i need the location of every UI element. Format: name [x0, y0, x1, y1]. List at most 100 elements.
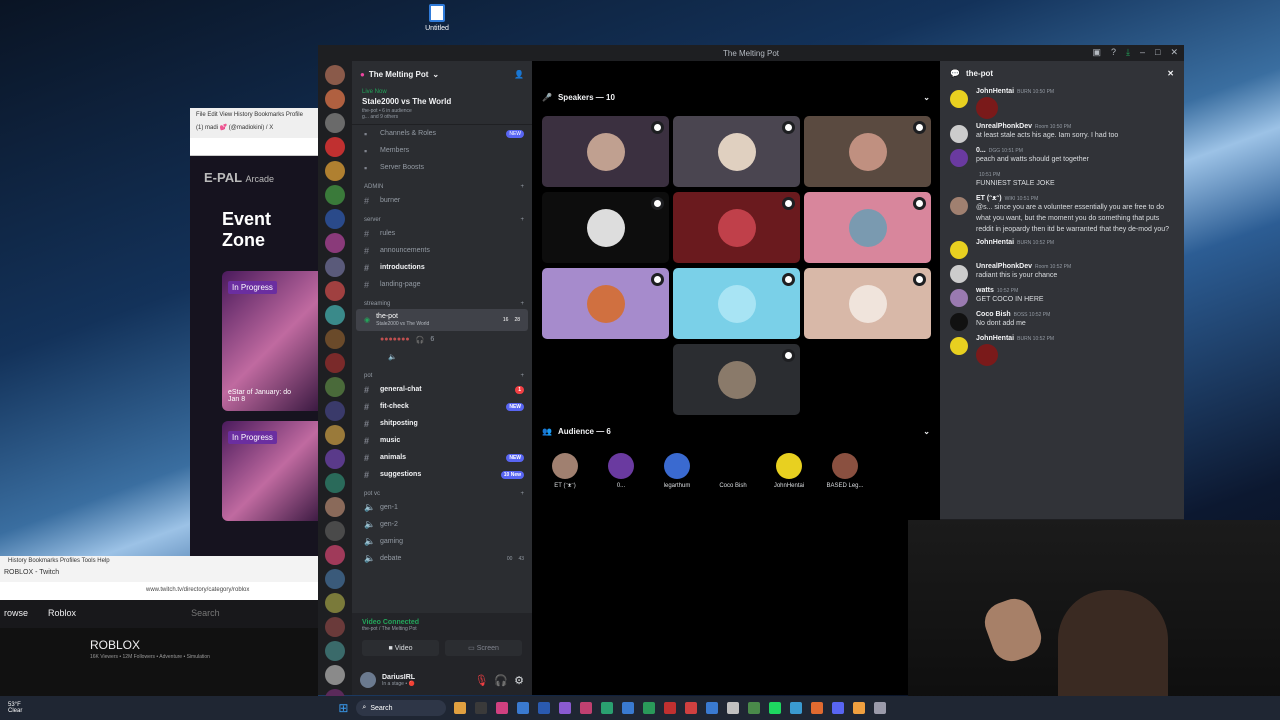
- maximize-icon[interactable]: □: [1155, 47, 1160, 58]
- server-icon[interactable]: [325, 113, 345, 133]
- server-icon[interactable]: [325, 425, 345, 445]
- channel-gen-2[interactable]: 🔈 gen-2: [352, 516, 532, 533]
- server-icon[interactable]: [325, 665, 345, 685]
- category-admin[interactable]: ADMIN +: [352, 176, 532, 192]
- screen-button[interactable]: ▭ Screen: [445, 640, 522, 656]
- chat-message[interactable]: JohnHentai BURN 10:52 PM: [940, 237, 1184, 261]
- server-header[interactable]: ● The Melting Pot ⌄ 👤: [352, 61, 532, 87]
- close-window-icon[interactable]: ✕: [1170, 47, 1178, 58]
- channel-shitposting[interactable]: # shitposting: [352, 415, 532, 432]
- event-card[interactable]: In Progress eStar of January: do Jan 8: [222, 271, 320, 411]
- channel-gen-1[interactable]: 🔈 gen-1: [352, 499, 532, 516]
- app-icon[interactable]: [580, 702, 593, 714]
- app-icon[interactable]: [664, 702, 677, 714]
- live-event[interactable]: Live Now Stale2000 vs The World the-pot …: [352, 87, 532, 125]
- app-icon[interactable]: [832, 702, 845, 714]
- server-icon[interactable]: [325, 401, 345, 421]
- pin-icon[interactable]: [782, 349, 795, 362]
- server-icon[interactable]: [325, 377, 345, 397]
- speaker-tile[interactable]: [542, 192, 669, 263]
- server-icon[interactable]: [325, 233, 345, 253]
- channel-music[interactable]: # music: [352, 432, 532, 449]
- category-server[interactable]: server +: [352, 209, 532, 225]
- event-card[interactable]: In Progress: [222, 421, 320, 521]
- voice-sub[interactable]: the-pot / The Melting Pot: [362, 626, 522, 632]
- channel-announcements[interactable]: # announcements: [352, 242, 532, 259]
- channel-introductions[interactable]: # introductions: [352, 259, 532, 276]
- audience-member[interactable]: BASED Leg...: [822, 453, 868, 489]
- server-icon[interactable]: [325, 305, 345, 325]
- app-icon[interactable]: [706, 702, 719, 714]
- chat-message[interactable]: watts 10:52 PM GET COCO IN HERE: [940, 285, 1184, 309]
- windows-start-icon[interactable]: ⊞: [338, 701, 348, 715]
- background-browser-window[interactable]: File Edit View History Bookmarks Profile…: [190, 108, 320, 558]
- audience-member[interactable]: ET (ᵔᴥᵔ): [542, 453, 588, 489]
- app-icon[interactable]: [538, 702, 551, 714]
- app-icon[interactable]: [748, 702, 761, 714]
- server-icon[interactable]: [325, 65, 345, 85]
- server-icon[interactable]: [325, 161, 345, 181]
- server-icon[interactable]: [325, 449, 345, 469]
- chat-message[interactable]: 10:51 PM FUNNIEST STALE JOKE: [940, 169, 1184, 193]
- chat-message[interactable]: JohnHentai BURN 10:50 PM: [940, 86, 1184, 121]
- app-icon[interactable]: [643, 702, 656, 714]
- help-icon[interactable]: ?: [1111, 47, 1116, 58]
- pin-icon[interactable]: [651, 273, 664, 286]
- app-icon[interactable]: [496, 702, 509, 714]
- chat-message[interactable]: UnrealPhonkDev Room 10:52 PM radiant this …: [940, 261, 1184, 285]
- mute-icon[interactable]: 🎙: [474, 674, 488, 687]
- channel-debate[interactable]: 🔈 debate 00 43: [352, 550, 532, 567]
- deafen-icon[interactable]: 🎧: [494, 674, 508, 687]
- channel-general-chat[interactable]: # general-chat 1: [352, 381, 532, 398]
- server-icon[interactable]: [325, 281, 345, 301]
- pin-icon[interactable]: [782, 197, 795, 210]
- app-icon[interactable]: [685, 702, 698, 714]
- chat-message[interactable]: UnrealPhonkDev Room 10:50 PM at least stal…: [940, 121, 1184, 145]
- server-icon[interactable]: [325, 617, 345, 637]
- channel-gaming[interactable]: 🔈 gaming: [352, 533, 532, 550]
- chat-message[interactable]: JohnHentai BURN 10:52 PM: [940, 333, 1184, 368]
- chat-message[interactable]: 0... DGG 10:51 PM peach and watts should g…: [940, 145, 1184, 169]
- speaker-tile[interactable]: [542, 116, 669, 187]
- stage-channel-the-pot[interactable]: ◉ the-pot Stale2000 vs The World 16 28: [356, 309, 528, 331]
- speaker-tile[interactable]: [804, 116, 931, 187]
- channel-rules[interactable]: # rules: [352, 225, 532, 242]
- pin-icon[interactable]: [651, 197, 664, 210]
- server-icon[interactable]: [325, 569, 345, 589]
- server-icon[interactable]: [325, 257, 345, 277]
- server-icon[interactable]: [325, 329, 345, 349]
- speaker-tile[interactable]: [542, 268, 669, 339]
- speaker-tile[interactable]: [804, 268, 931, 339]
- user-info[interactable]: DariusIRL In a stage • 🔴: [382, 674, 468, 687]
- category-pot-vc[interactable]: pot vc +: [352, 483, 532, 499]
- pin-icon[interactable]: [651, 121, 664, 134]
- app-icon[interactable]: [811, 702, 824, 714]
- taskbar-search[interactable]: ⌕ Search: [356, 700, 447, 716]
- channel-landing-page[interactable]: # landing-page: [352, 276, 532, 293]
- server-menu-item[interactable]: ▪ Channels & Roles NEW: [352, 125, 532, 142]
- settings-gear-icon[interactable]: ⚙: [514, 674, 524, 687]
- add-channel-icon[interactable]: +: [520, 217, 524, 223]
- server-menu-item[interactable]: ▪ Server Boosts: [352, 159, 532, 176]
- audience-member[interactable]: 0...: [598, 453, 644, 489]
- server-icon[interactable]: [325, 209, 345, 229]
- app-icon[interactable]: [769, 702, 782, 714]
- add-channel-icon[interactable]: +: [520, 301, 524, 307]
- app-icon[interactable]: [559, 702, 572, 714]
- server-icon[interactable]: [325, 353, 345, 373]
- channel-animals[interactable]: # animals NEW: [352, 449, 532, 466]
- server-menu-item[interactable]: ▪ Members: [352, 142, 532, 159]
- pin-icon[interactable]: [913, 273, 926, 286]
- avatar[interactable]: [360, 672, 376, 688]
- pin-icon[interactable]: [913, 197, 926, 210]
- server-icon[interactable]: [325, 641, 345, 661]
- pin-icon[interactable]: [782, 273, 795, 286]
- twitch-tab[interactable]: ROBLOX - Twitch: [0, 566, 318, 582]
- pin-icon[interactable]: [782, 121, 795, 134]
- chat-message[interactable]: ET (ᵔᴥᵔ) WIKI 10:51 PM @s... since you are…: [940, 193, 1184, 237]
- add-member-icon[interactable]: 👤: [514, 70, 524, 79]
- app-icon[interactable]: [853, 702, 866, 714]
- weather-widget[interactable]: 53°F Clear: [8, 702, 22, 714]
- app-icon[interactable]: [601, 702, 614, 714]
- channel-burner[interactable]: # burner: [352, 192, 532, 209]
